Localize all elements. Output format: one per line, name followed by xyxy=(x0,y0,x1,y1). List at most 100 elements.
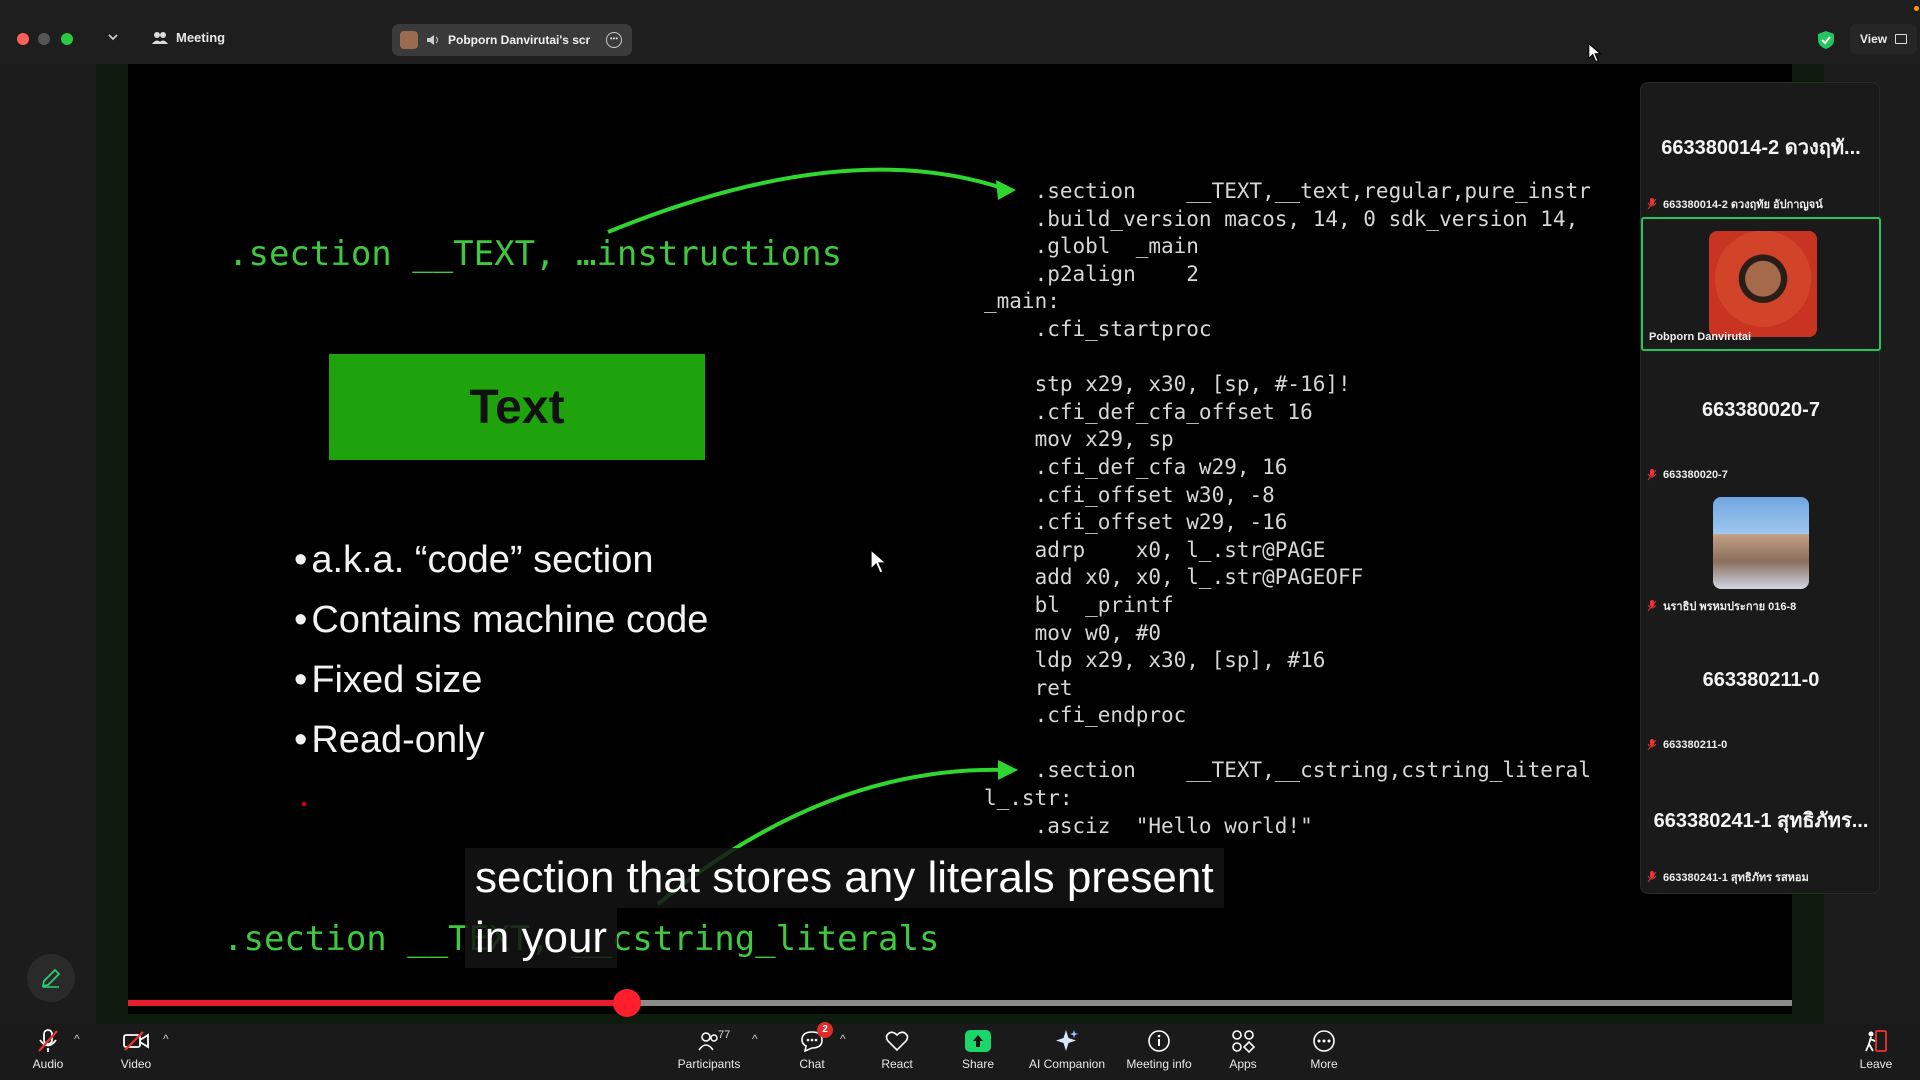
annotate-button[interactable] xyxy=(27,954,75,1002)
share-pill-label: Pobporn Danvirutai's scr xyxy=(448,33,591,47)
code-line: .cfi_offset w29, -16 xyxy=(984,510,1288,535)
code-line: .cfi_offset w30, -8 xyxy=(984,482,1275,507)
people-icon xyxy=(152,31,168,44)
code-line: .cfi_startproc xyxy=(984,316,1212,341)
code-line: .p2align 2 xyxy=(984,261,1199,286)
mouse-cursor-icon xyxy=(870,549,888,574)
shield-icon[interactable] xyxy=(1818,31,1834,49)
heart-icon xyxy=(885,1031,909,1052)
ai-companion-label: AI Companion xyxy=(1028,1057,1106,1071)
chat-options-caret[interactable]: ^ xyxy=(840,1032,846,1046)
chevron-down-icon[interactable] xyxy=(106,30,120,44)
participant-tile[interactable]: นราธิป พรหมประกาย 016-8 xyxy=(1641,487,1881,621)
more-options-icon[interactable]: ••• xyxy=(606,32,622,48)
presenter-avatar xyxy=(400,31,418,49)
leave-label: Leave xyxy=(1859,1057,1893,1071)
mic-muted-icon xyxy=(1647,871,1657,883)
meeting-info-button[interactable]: Meeting info xyxy=(1119,1028,1199,1071)
participants-button[interactable]: 77 Participants xyxy=(669,1028,749,1071)
bullet-item: Contains machine code xyxy=(294,590,708,650)
participants-icon xyxy=(698,1032,718,1051)
participant-name: 663380241-1 สุทธิภัทร รสหอม xyxy=(1663,872,1809,884)
audio-options-caret[interactable]: ^ xyxy=(74,1032,80,1046)
participant-tile[interactable]: 663380020-7 663380020-7 xyxy=(1641,353,1881,487)
recording-indicator-dot xyxy=(1914,6,1919,11)
participant-label: 663380211-0 xyxy=(1647,739,1727,751)
code-line: l_.str: xyxy=(984,786,1073,811)
video-progress-bar[interactable] xyxy=(128,989,1792,1017)
bullet-item: a.k.a. “code” section xyxy=(294,530,708,590)
meeting-info-label: Meeting info xyxy=(1126,1057,1192,1071)
participant-label: นราธิป พรหมประกาย 016-8 xyxy=(1647,597,1796,615)
participants-label: Participants xyxy=(677,1057,741,1071)
code-line: adrp x0, l_.str@PAGE xyxy=(984,537,1326,562)
sparkle-icon xyxy=(1056,1030,1078,1051)
view-button[interactable]: View xyxy=(1850,24,1918,54)
participant-name: 663380211-0 xyxy=(1663,739,1728,751)
speaker-icon xyxy=(427,35,438,45)
audio-label: Audio xyxy=(32,1057,64,1071)
participant-display-name: 663380020-7 xyxy=(1702,399,1820,421)
participants-options-caret[interactable]: ^ xyxy=(752,1032,758,1046)
assembly-code-block: .section __TEXT,__text,regular,pure_inst… xyxy=(984,178,1591,840)
meeting-menu[interactable]: Meeting xyxy=(152,30,225,45)
participant-label: 663380020-7 xyxy=(1647,469,1728,481)
code-line: _main: xyxy=(984,289,1060,314)
more-button[interactable]: More xyxy=(1284,1028,1364,1071)
participant-name: Pobporn Danvirutai xyxy=(1649,331,1752,343)
code-line: ldp x29, x30, [sp], #16 xyxy=(984,648,1326,673)
mouse-cursor-icon xyxy=(1588,43,1602,63)
slide-bullet-list: a.k.a. “code” section Contains machine c… xyxy=(294,530,708,770)
grid-view-icon xyxy=(1895,34,1908,44)
progress-scrubber-handle[interactable] xyxy=(613,989,642,1017)
slide-section-title: .section __TEXT, …instructions xyxy=(228,234,843,274)
code-line: add x0, x0, l_.str@PAGEOFF xyxy=(984,565,1364,590)
participant-video xyxy=(1709,231,1817,337)
share-label: Share xyxy=(961,1057,995,1071)
code-line: .cfi_def_cfa w29, 16 xyxy=(984,454,1288,479)
participant-tile[interactable]: 663380211-0 663380211-0 xyxy=(1641,623,1881,757)
code-line: .globl _main xyxy=(984,234,1199,259)
bullet-item: Fixed size xyxy=(294,650,708,710)
code-line: bl _printf xyxy=(984,592,1174,617)
title-bar: Meeting Pobporn Danvirutai's scr ••• Vie… xyxy=(0,0,1920,64)
code-line: mov w0, #0 xyxy=(984,620,1162,645)
participant-video-panel: 663380014-2 ดวงฤทั... 663380014-2 ดวงฤทั… xyxy=(1640,82,1881,894)
participant-label: Pobporn Danvirutai xyxy=(1649,331,1751,343)
apps-button[interactable]: Apps xyxy=(1203,1028,1283,1071)
participant-tile[interactable]: 663380241-1 สุทธิภัทร... 663380241-1 สุท… xyxy=(1641,758,1881,892)
close-window-button[interactable] xyxy=(17,33,29,45)
code-line: .build_version macos, 14, 0 sdk_version … xyxy=(984,206,1579,231)
participant-tile-active-speaker[interactable]: Pobporn Danvirutai xyxy=(1641,217,1881,351)
participant-display-name: 663380211-0 xyxy=(1702,669,1820,691)
leave-meeting-button[interactable]: Leave xyxy=(1836,1028,1916,1071)
participant-video xyxy=(1713,497,1809,589)
fullscreen-window-button[interactable] xyxy=(61,33,73,45)
caption-line: in your xyxy=(465,908,618,968)
chat-unread-badge: 2 xyxy=(817,1022,833,1038)
screen-share-indicator[interactable]: Pobporn Danvirutai's scr ••• xyxy=(392,24,632,56)
share-screen-button[interactable]: Share xyxy=(938,1028,1018,1071)
participant-name: นราธิป พรหมประกาย 016-8 xyxy=(1663,601,1797,613)
react-button[interactable]: React xyxy=(857,1028,937,1071)
video-off-icon xyxy=(123,1031,149,1051)
react-label: React xyxy=(881,1057,913,1071)
caption-line: section that stores any literals present xyxy=(465,848,1224,908)
mic-muted-icon xyxy=(38,1029,58,1052)
code-line: ret xyxy=(984,675,1073,700)
participant-tile[interactable]: 663380014-2 ดวงฤทั... 663380014-2 ดวงฤทั… xyxy=(1641,85,1881,219)
code-line: .section __TEXT,__text,regular,pure_inst… xyxy=(984,179,1591,203)
code-line: .cfi_endproc xyxy=(984,703,1187,728)
apps-label: Apps xyxy=(1229,1057,1257,1071)
participant-label: 663380241-1 สุทธิภัทร รสหอม xyxy=(1647,868,1809,886)
text-section-box: Text xyxy=(329,354,705,460)
video-label: Video xyxy=(120,1057,152,1071)
more-icon xyxy=(1313,1030,1335,1052)
meeting-label: Meeting xyxy=(176,30,226,45)
minimize-window-button[interactable] xyxy=(38,33,50,45)
video-options-caret[interactable]: ^ xyxy=(163,1032,169,1046)
apps-icon xyxy=(1232,1030,1255,1053)
ai-companion-button[interactable]: AI Companion xyxy=(1027,1028,1107,1071)
